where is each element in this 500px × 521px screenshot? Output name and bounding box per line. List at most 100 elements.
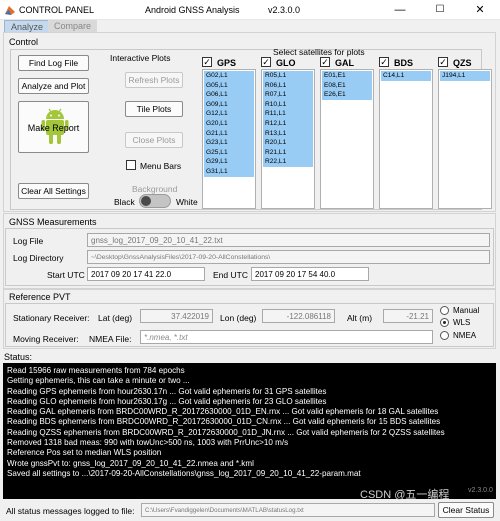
satellite-item[interactable]: R10,L1 [263, 100, 313, 110]
logged-to-file-label: All status messages logged to file: [6, 506, 135, 516]
clear-all-settings-button[interactable]: Clear All Settings [18, 183, 89, 199]
log-file-field[interactable]: gnss_log_2017_09_20_10_41_22.txt [87, 233, 490, 247]
version-tag: v2.3.0.0 [468, 487, 493, 494]
log-directory-label: Log Directory [13, 253, 64, 263]
satellite-item[interactable]: R11,L1 [263, 109, 313, 119]
satellite-item[interactable]: G31,L1 [204, 167, 254, 177]
radio-nmea-label: NMEA [453, 331, 477, 340]
interactive-plots-title: Interactive Plots [110, 53, 171, 63]
radio-wls[interactable] [440, 318, 449, 327]
lon-field[interactable]: -122.086118 [262, 309, 335, 323]
app-name: CONTROL PANEL [19, 5, 95, 15]
constellation-checkbox-4[interactable]: ✓ [438, 57, 448, 67]
status-line: Reading GPS ephemeris from hour2630.17n … [7, 386, 327, 396]
constellation-checkbox-1[interactable]: ✓ [261, 57, 271, 67]
close-icon[interactable]: ✕ [460, 0, 500, 20]
status-line: Wrote gnssPvt to: gnss_log_2017_09_20_10… [7, 458, 254, 468]
lon-label: Lon (deg) [220, 313, 257, 323]
alt-field[interactable]: -21.21 [383, 309, 433, 323]
tab-compare[interactable]: Compare [48, 20, 98, 32]
tab-bar: Analyze Compare [0, 20, 500, 32]
lat-field[interactable]: 37.422019 [140, 309, 213, 323]
start-utc-label: Start UTC [47, 270, 85, 280]
start-utc-field[interactable]: 2017 09 20 17 41 22.0 [87, 267, 205, 281]
log-directory-field[interactable]: ~\Desktop\GnssAnalysisFiles\2017-09-20-A… [87, 250, 490, 264]
satellite-list[interactable]: G02,L1 G05,L1 G06,L1 G09,L1 G12,L1 G20,L1 G21,… [202, 69, 256, 209]
control-group-title: Control [9, 37, 39, 47]
satellite-item[interactable]: R13,L1 [263, 129, 313, 139]
close-plots-button[interactable]: Close Plots [125, 132, 183, 148]
satellite-list[interactable]: E01,E1 E08,E1 E26,E1 [320, 69, 374, 209]
nmea-file-label: NMEA File: [89, 334, 132, 344]
find-log-file-button[interactable]: Find Log File [18, 55, 89, 71]
satellite-item[interactable]: J194,L1 [440, 71, 490, 81]
tile-plots-button[interactable]: Tile Plots [125, 101, 183, 117]
background-toggle-switch[interactable] [139, 194, 171, 208]
status-line: Read 15966 raw measurements from 784 epo… [7, 366, 185, 375]
end-utc-label: End UTC [213, 270, 248, 280]
satellite-item[interactable]: R06,L1 [263, 81, 313, 91]
refresh-plots-button[interactable]: Refresh Plots [125, 72, 183, 88]
satellite-item[interactable]: G02,L1 [204, 71, 254, 81]
satellite-item[interactable]: C14,L1 [381, 71, 431, 81]
end-utc-field[interactable]: 2017 09 20 17 54 40.0 [251, 267, 369, 281]
satellite-item[interactable]: R21,L1 [263, 148, 313, 158]
satellite-item[interactable]: R05,L1 [263, 71, 313, 81]
constellation-checkbox-3[interactable]: ✓ [379, 57, 389, 67]
satellite-item[interactable]: G09,L1 [204, 100, 254, 110]
window-version: v2.3.0.0 [268, 5, 301, 15]
satellite-item[interactable]: G25,L1 [204, 148, 254, 158]
satellite-item[interactable]: G21,L1 [204, 129, 254, 139]
satellite-list[interactable]: J194,L1 [438, 69, 492, 209]
status-line: Reference Pos set to median WLS position [7, 448, 162, 458]
status-line: Reading GLO ephemeris from hour2630.17g … [7, 396, 327, 406]
satellite-selection: E01,E1 E08,E1 E26,E1 [322, 71, 372, 100]
status-lines: Read 15966 raw measurements from 784 epo… [7, 366, 492, 479]
satellite-selection: J194,L1 [440, 71, 490, 81]
status-console: Read 15966 raw measurements from 784 epo… [3, 363, 496, 499]
constellation-checkbox-0[interactable]: ✓ [202, 57, 212, 67]
satellite-item[interactable]: R12,L1 [263, 119, 313, 129]
menu-bars-checkbox[interactable] [126, 160, 136, 170]
satellite-item[interactable]: G23,L1 [204, 138, 254, 148]
minimize-icon[interactable]: — [380, 0, 420, 20]
satellite-selection: R05,L1 R06,L1 R07,L1 R10,L1 R11,L1 R12,L1 R13,… [263, 71, 313, 167]
status-line: Getting ephemeris, this can take a minut… [7, 376, 190, 386]
constellation-label: GAL [335, 58, 354, 68]
white-label: White [176, 197, 198, 207]
satellite-item[interactable]: G05,L1 [204, 81, 254, 91]
nmea-file-field[interactable]: *.nmea, *.txt [140, 330, 433, 344]
status-line: Removed 1318 bad meas: 990 with towUnc>5… [7, 438, 289, 448]
radio-nmea[interactable] [440, 331, 449, 340]
clear-status-button[interactable]: Clear Status [438, 502, 494, 518]
satellite-item[interactable]: R07,L1 [263, 90, 313, 100]
black-label: Black [114, 197, 135, 207]
status-log-path-field[interactable]: C:\Users\Fvandiggelen\Documents\MATLAB\s… [141, 503, 435, 517]
status-line: Reading GAL ephemeris from BRDC00WRD_R_2… [7, 407, 439, 417]
radio-manual[interactable] [440, 306, 449, 315]
pvt-group-title: Reference PVT [9, 292, 71, 302]
alt-label: Alt (m) [347, 313, 373, 323]
status-line: Reading BDS ephemeris from BRDC00WRD_R_2… [7, 417, 441, 427]
satellite-list[interactable]: R05,L1 R06,L1 R07,L1 R10,L1 R11,L1 R12,L1 R13,… [261, 69, 315, 209]
satellite-item[interactable]: E08,E1 [322, 81, 372, 91]
maximize-icon[interactable]: ☐ [420, 0, 460, 20]
constellation-checkbox-2[interactable]: ✓ [320, 57, 330, 67]
csdn-watermark: CSDN @五一编程 [360, 489, 450, 501]
satellite-item[interactable]: G20,L1 [204, 119, 254, 129]
tab-analyze[interactable]: Analyze [4, 20, 51, 32]
satellite-item[interactable]: R20,L1 [263, 138, 313, 148]
satellite-item[interactable]: R22,L1 [263, 157, 313, 167]
lat-label: Lat (deg) [98, 313, 133, 323]
satellite-item[interactable]: G29,L1 [204, 157, 254, 167]
satellite-item[interactable]: E01,E1 [322, 71, 372, 81]
satellite-item[interactable]: G12,L1 [204, 109, 254, 119]
make-report-button[interactable]: Make Report [18, 101, 89, 153]
background-label: Background [132, 184, 178, 194]
make-report-label: Make Report [27, 123, 80, 133]
satellite-item[interactable]: E26,E1 [322, 90, 372, 100]
analyze-and-plot-button[interactable]: Analyze and Plot [18, 78, 89, 94]
satellite-item[interactable]: G06,L1 [204, 90, 254, 100]
satellite-list[interactable]: C14,L1 [379, 69, 433, 209]
status-line: Reading QZSS ephemeris from BRDC00WRD_R_… [7, 427, 445, 437]
